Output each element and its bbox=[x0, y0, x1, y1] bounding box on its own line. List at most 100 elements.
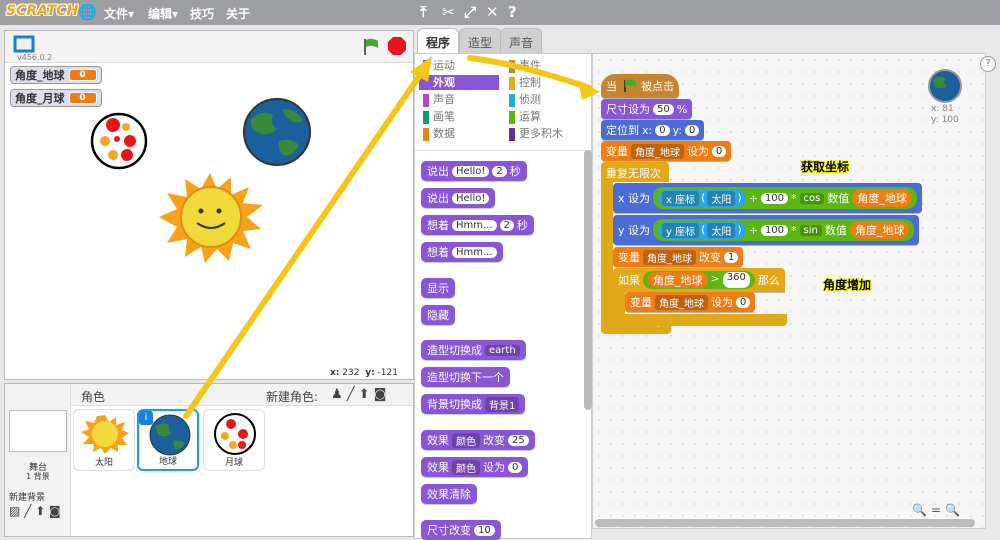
block-input[interactable]: 0 bbox=[508, 461, 523, 473]
scratch-logo[interactable]: SCRATCH bbox=[6, 3, 78, 19]
shrink-icon[interactable]: ✕ bbox=[486, 3, 499, 21]
block-input[interactable]: 0 bbox=[712, 145, 727, 157]
block-dropdown[interactable]: y 座标 bbox=[662, 222, 700, 238]
block-dropdown[interactable]: 角度_地球 bbox=[643, 249, 696, 265]
category-events[interactable]: 事件 bbox=[505, 58, 541, 73]
block-clear-effects[interactable]: 效果清除 bbox=[421, 484, 477, 504]
block-input[interactable]: 10 bbox=[474, 524, 495, 536]
block-set-variable[interactable]: 变量 角度_地球 设为 0 bbox=[601, 141, 732, 161]
block-input[interactable]: 1 bbox=[724, 251, 739, 263]
category-data[interactable]: 数据 bbox=[419, 126, 455, 141]
grow-icon[interactable]: ⤢ bbox=[464, 3, 476, 21]
block-input[interactable]: Hmm... bbox=[452, 219, 497, 231]
block-hide[interactable]: 隐藏 bbox=[421, 305, 455, 325]
block-go-to-xy[interactable]: 定位到 x: 0 y: 0 bbox=[601, 120, 705, 140]
block-input[interactable]: 25 bbox=[508, 434, 529, 446]
help-icon[interactable]: ? bbox=[980, 56, 996, 72]
variable-reporter[interactable]: 角度_地球 bbox=[852, 189, 912, 207]
block-input[interactable]: Hmm... bbox=[452, 246, 497, 258]
block-change-effect[interactable]: 效果 颜色 改变 25 bbox=[421, 430, 535, 450]
moon-sprite[interactable] bbox=[89, 111, 151, 171]
tab-sounds[interactable]: 声音 bbox=[500, 28, 543, 53]
category-operators[interactable]: 运算 bbox=[505, 109, 541, 124]
sprite-thumb-sun[interactable]: 太阳 bbox=[73, 409, 135, 471]
category-more-blocks[interactable]: 更多积木 bbox=[505, 126, 563, 141]
block-dropdown[interactable]: sin bbox=[799, 224, 822, 236]
stage-thumbnail[interactable] bbox=[9, 410, 67, 452]
category-motion[interactable]: 运动 bbox=[419, 58, 455, 73]
variable-reporter[interactable]: 角度_地球 bbox=[648, 272, 708, 288]
block-input[interactable]: 360 bbox=[722, 272, 750, 288]
variable-monitor-moon[interactable]: 角度_月球 0 bbox=[10, 89, 102, 107]
block-change-variable[interactable]: 变量 角度_地球 改变 1 bbox=[613, 247, 744, 267]
variable-reporter[interactable]: 角度_地球 bbox=[849, 221, 910, 239]
block-think[interactable]: 想着 Hmm... bbox=[421, 242, 503, 262]
block-when-flag-clicked[interactable]: 当 被点击 bbox=[601, 74, 679, 98]
globe-icon[interactable]: 🌐 bbox=[78, 3, 97, 21]
palette-scrollbar[interactable] bbox=[584, 150, 592, 410]
sprite-thumb-moon[interactable]: 月球 bbox=[203, 409, 265, 471]
tab-costumes[interactable]: 造型 bbox=[459, 28, 502, 53]
delete-icon[interactable]: ✂ bbox=[442, 3, 455, 21]
zoom-controls[interactable]: 🔍=🔍 bbox=[912, 503, 964, 517]
help-icon[interactable]: ? bbox=[508, 3, 517, 21]
sensing-x-of[interactable]: x 座标(太阳) bbox=[658, 189, 746, 207]
block-input[interactable]: 50 bbox=[653, 103, 674, 115]
green-flag-icon[interactable] bbox=[361, 37, 381, 57]
new-sprite-tools[interactable]: ♟ ╱ ⬆ ◙ bbox=[331, 387, 386, 402]
block-dropdown[interactable]: earth bbox=[485, 344, 520, 356]
variable-monitor-earth[interactable]: 角度_地球 0 bbox=[10, 66, 102, 84]
block-dropdown[interactable]: 角度_地球 bbox=[655, 294, 708, 310]
block-next-costume[interactable]: 造型切换下一个 bbox=[421, 367, 510, 387]
category-sensing[interactable]: 侦测 bbox=[505, 92, 541, 107]
block-change-size[interactable]: 尺寸改变 10 bbox=[421, 520, 501, 540]
block-input[interactable]: Hello! bbox=[452, 192, 490, 204]
block-input[interactable]: 0 bbox=[736, 296, 751, 308]
block-say-secs[interactable]: 说出 Hello! 2 秒 bbox=[421, 161, 527, 181]
block-dropdown[interactable]: 颜色 bbox=[452, 432, 480, 448]
block-set-y[interactable]: y 设为 y 座标(太阳) +100 * sin 数值 角度_地球 bbox=[613, 215, 920, 245]
block-set-x[interactable]: x 设为 x 座标(太阳) +100 * cos 数值 角度_地球 bbox=[613, 183, 922, 213]
block-input[interactable]: 2 bbox=[492, 165, 507, 177]
block-input[interactable]: 0 bbox=[655, 124, 670, 136]
block-input[interactable]: 2 bbox=[499, 219, 514, 231]
block-say[interactable]: 说出 Hello! bbox=[421, 188, 496, 208]
block-dropdown[interactable]: 太阳 bbox=[707, 190, 736, 206]
script-canvas[interactable]: x: 81 y: 100 当被点击 尺寸设为 50% 定位到 x: 0 y: 0 变量 角度_… bbox=[592, 53, 986, 529]
operator-add[interactable]: y 座标(太阳) +100 * sin 数值 角度_地球 bbox=[653, 219, 915, 241]
block-dropdown[interactable]: x 座标 bbox=[662, 190, 700, 206]
tab-scripts[interactable]: 程序 bbox=[417, 28, 460, 53]
block-set-size[interactable]: 尺寸设为 50% bbox=[601, 99, 693, 119]
sun-sprite[interactable] bbox=[155, 171, 265, 263]
block-dropdown[interactable]: 角度_地球 bbox=[631, 143, 684, 159]
block-dropdown[interactable]: 太阳 bbox=[707, 222, 736, 238]
stop-icon[interactable] bbox=[387, 36, 407, 56]
block-switch-costume[interactable]: 造型切换成 earth bbox=[421, 340, 526, 360]
block-show[interactable]: 显示 bbox=[421, 278, 455, 298]
block-dropdown[interactable]: cos bbox=[799, 192, 825, 204]
block-input[interactable]: 0 bbox=[685, 124, 700, 136]
operator-gt[interactable]: 角度_地球 >360 bbox=[643, 271, 755, 289]
block-set-variable-inner[interactable]: 变量 角度_地球 设为 0 bbox=[625, 292, 756, 312]
operator-add[interactable]: x 座标(太阳) +100 * cos 数值 角度_地球 bbox=[653, 187, 917, 209]
block-input[interactable]: 100 bbox=[760, 224, 789, 236]
earth-sprite[interactable] bbox=[239, 97, 315, 167]
menu-tips[interactable]: 技巧 bbox=[190, 5, 214, 22]
menu-file[interactable]: 文件▾ bbox=[104, 5, 134, 22]
category-pen[interactable]: 画笔 bbox=[419, 109, 455, 124]
category-sound[interactable]: 声音 bbox=[419, 92, 455, 107]
block-dropdown[interactable]: 颜色 bbox=[452, 459, 480, 475]
fullscreen-icon[interactable] bbox=[13, 35, 35, 53]
duplicate-icon[interactable]: ⤒ bbox=[420, 3, 427, 21]
sprite-thumb-earth[interactable]: i 地球 bbox=[137, 409, 199, 471]
category-control[interactable]: 控制 bbox=[505, 75, 541, 90]
backdrop-tools[interactable]: ▨ ╱ ⬆ ◙ bbox=[9, 504, 61, 518]
stage[interactable]: v456.0.2 角度_地球 0 角度_月球 0 bbox=[4, 30, 414, 380]
block-dropdown[interactable]: 背景1 bbox=[485, 396, 520, 412]
block-input[interactable]: Hello! bbox=[452, 165, 490, 177]
script-hscrollbar[interactable] bbox=[595, 519, 975, 527]
category-looks[interactable]: 外观 bbox=[419, 75, 499, 90]
block-input[interactable]: 100 bbox=[760, 192, 789, 204]
block-switch-backdrop[interactable]: 背景切换成 背景1 bbox=[421, 394, 526, 414]
block-think-secs[interactable]: 想着 Hmm... 2 秒 bbox=[421, 215, 534, 235]
